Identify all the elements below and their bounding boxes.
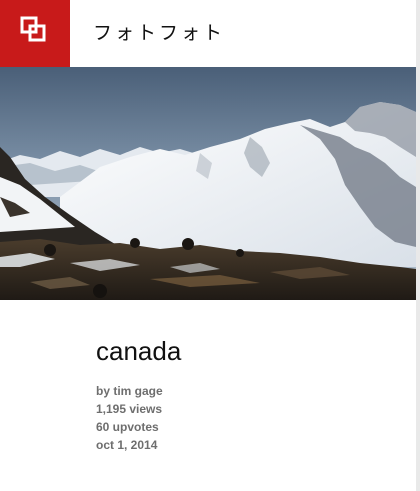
photo-date: oct 1, 2014 <box>96 438 158 452</box>
photo-info: canada by tim gage 1,195 views 60 upvote… <box>96 336 181 454</box>
app-title: フォトフォト <box>93 22 226 44</box>
window-edge <box>416 0 420 491</box>
photo-image[interactable] <box>0 67 416 300</box>
overlapping-squares-icon <box>0 0 70 67</box>
header: フォトフォト <box>0 0 416 67</box>
app-frame: フォトフォト canada by tim gage 1,195 views 60… <box>0 0 416 491</box>
photo-views: 1,195 views <box>96 402 163 416</box>
photo-author[interactable]: by tim gage <box>96 382 181 400</box>
logo[interactable] <box>0 0 70 67</box>
photo-title: canada <box>96 336 182 366</box>
photo-upvotes: 60 upvotes <box>96 420 159 434</box>
